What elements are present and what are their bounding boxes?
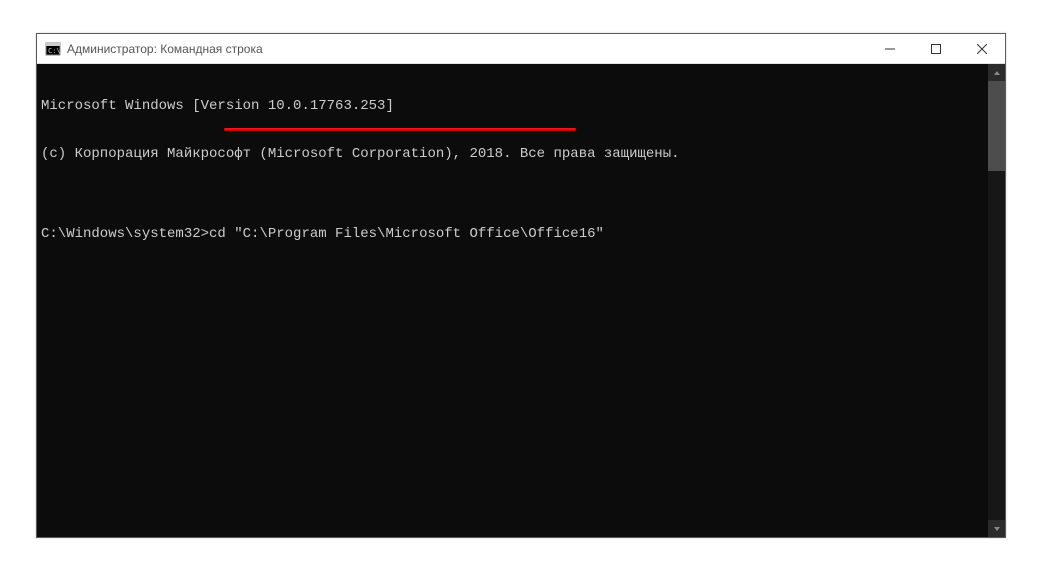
prompt-line: C:\Windows\system32>cd "C:\Program Files… — [41, 226, 984, 242]
window-title: Администратор: Командная строка — [67, 42, 867, 56]
scroll-thumb[interactable] — [988, 81, 1005, 171]
command-text: cd "C:\Program Files\Microsoft Office\Of… — [209, 226, 604, 242]
scroll-down-button[interactable] — [988, 520, 1005, 537]
red-underline-annotation — [224, 128, 576, 131]
cmd-icon: C:\ — [45, 41, 61, 57]
version-line: Microsoft Windows [Version 10.0.17763.25… — [41, 98, 984, 114]
vertical-scrollbar[interactable] — [988, 64, 1005, 537]
prompt-text: C:\Windows\system32> — [41, 226, 209, 242]
window-controls — [867, 34, 1005, 63]
scroll-track[interactable] — [988, 81, 1005, 520]
maximize-button[interactable] — [913, 34, 959, 63]
console-body: Microsoft Windows [Version 10.0.17763.25… — [37, 64, 1005, 537]
svg-text:C:\: C:\ — [48, 47, 61, 55]
copyright-line: (c) Корпорация Майкрософт (Microsoft Cor… — [41, 146, 984, 162]
minimize-button[interactable] — [867, 34, 913, 63]
close-button[interactable] — [959, 34, 1005, 63]
titlebar[interactable]: C:\ Администратор: Командная строка — [37, 34, 1005, 64]
console-output[interactable]: Microsoft Windows [Version 10.0.17763.25… — [37, 64, 988, 537]
command-prompt-window: C:\ Администратор: Командная строка Micr… — [36, 33, 1006, 538]
scroll-up-button[interactable] — [988, 64, 1005, 81]
